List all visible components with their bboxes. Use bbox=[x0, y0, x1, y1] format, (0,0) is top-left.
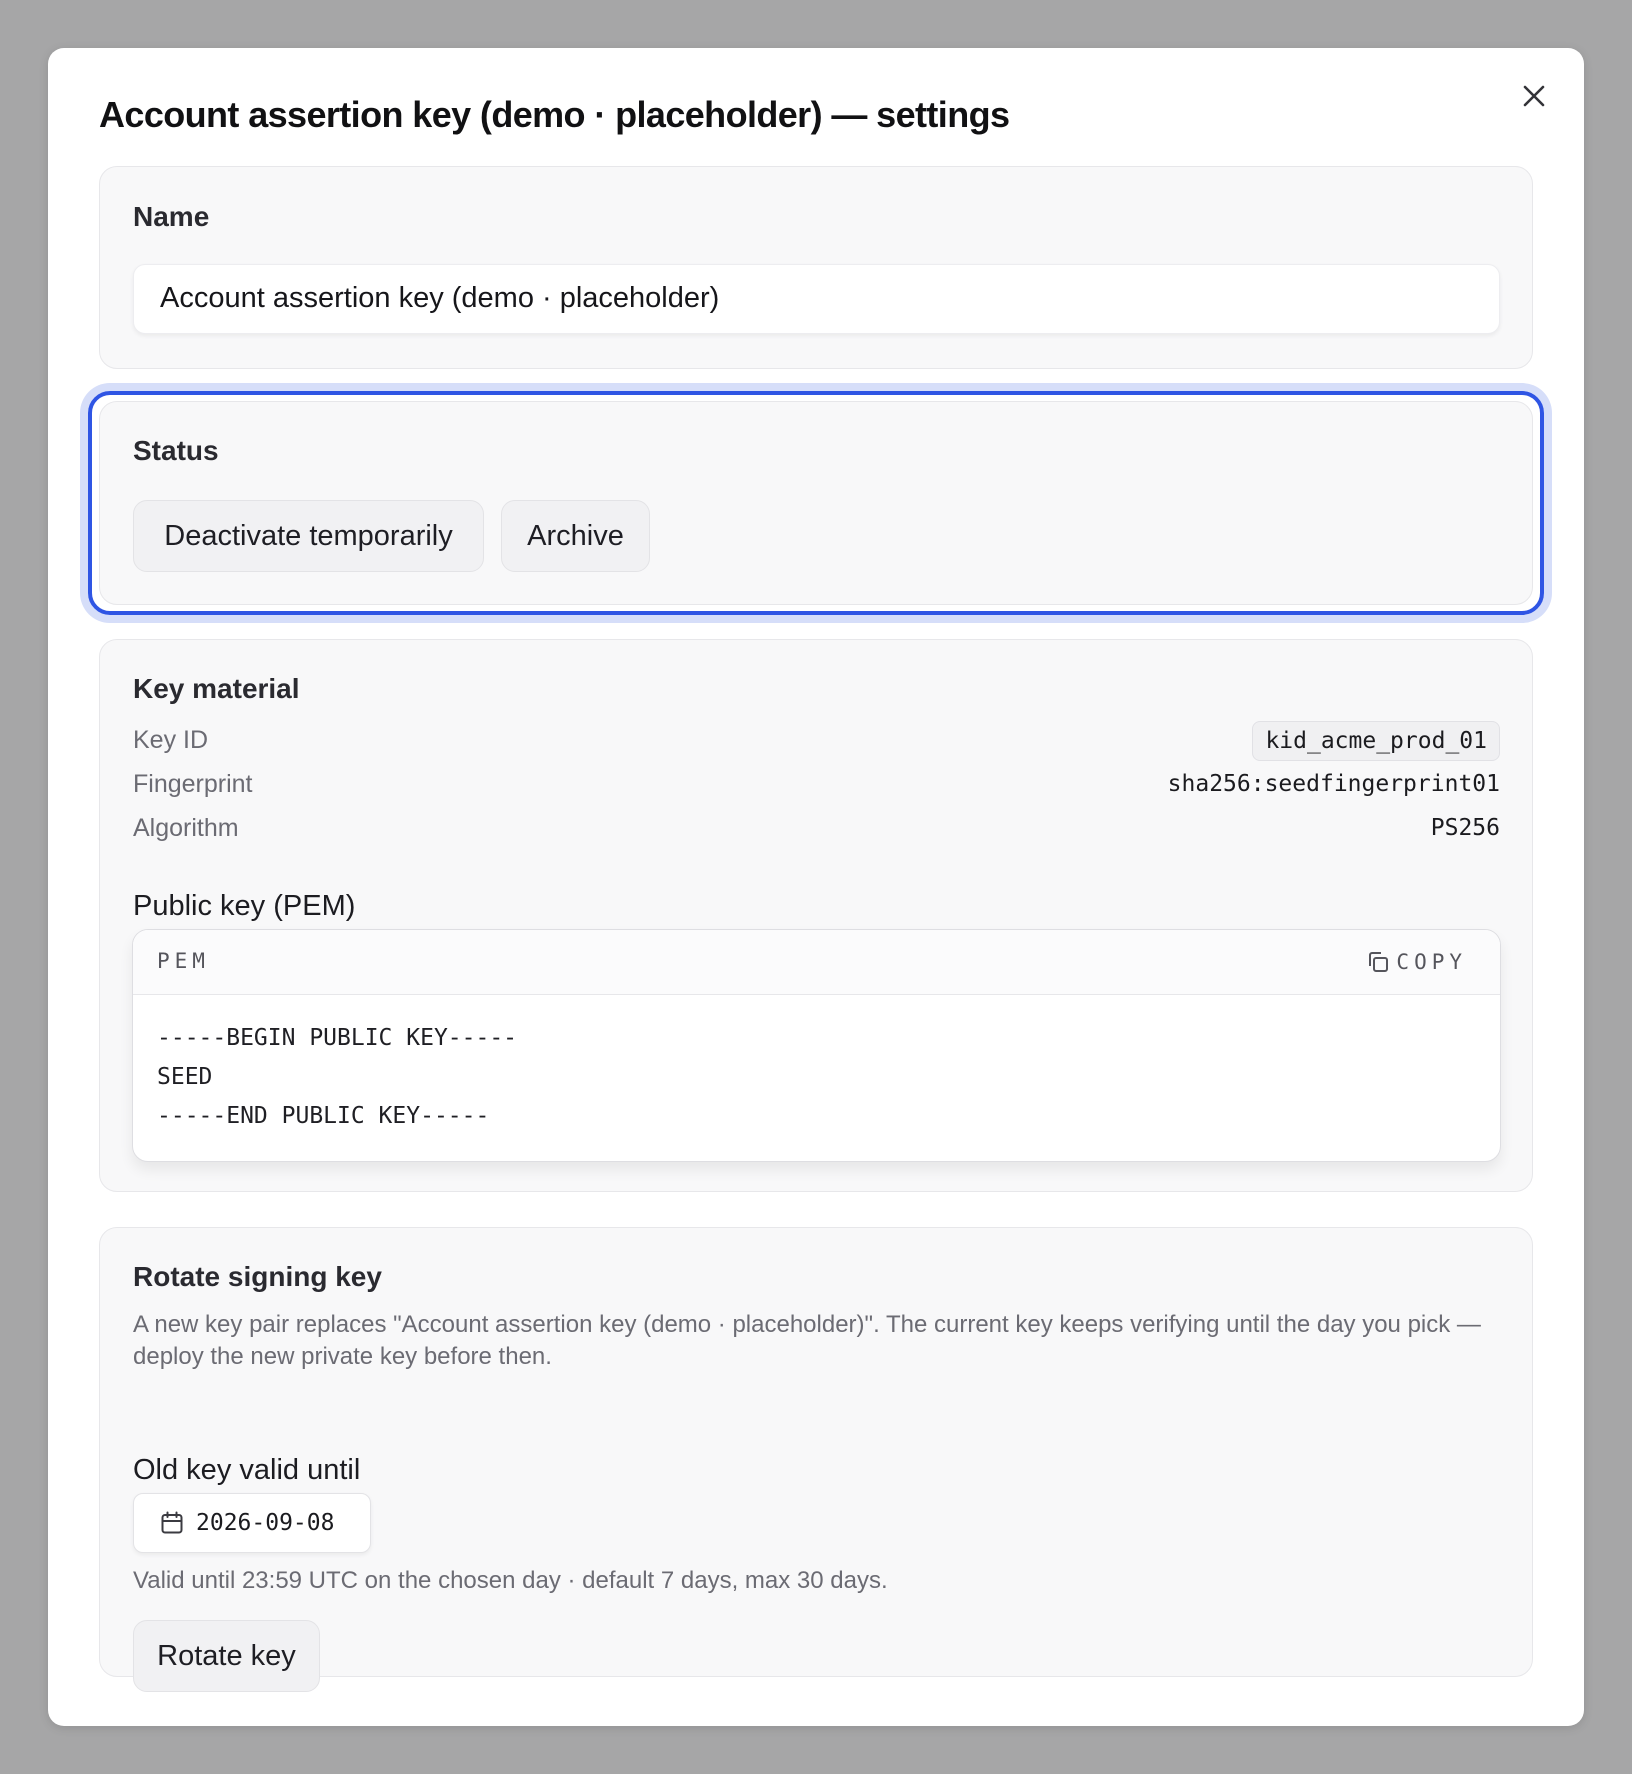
close-icon bbox=[1523, 85, 1545, 107]
pem-tag: PEM bbox=[157, 949, 210, 973]
name-section: Name Account assertion key (demo · place… bbox=[99, 166, 1533, 369]
pem-header: PEM COPY bbox=[133, 930, 1500, 995]
copy-label: COPY bbox=[1396, 950, 1467, 974]
deactivate-button[interactable]: Deactivate temporarily bbox=[133, 500, 484, 572]
close-button[interactable] bbox=[1516, 78, 1552, 114]
pem-content: -----BEGIN PUBLIC KEY----- SEED -----END P… bbox=[157, 1019, 517, 1136]
archive-button[interactable]: Archive bbox=[501, 500, 650, 572]
rotate-description: A new key pair replaces "Account asserti… bbox=[133, 1311, 1481, 1370]
key-material-heading: Key material bbox=[133, 673, 300, 704]
validity-hint: Valid until 23:59 UTC on the chosen day … bbox=[133, 1567, 888, 1594]
algorithm-label: Algorithm bbox=[133, 814, 239, 842]
status-heading: Status bbox=[133, 435, 219, 466]
valid-until-date-input[interactable]: 2026-09-08 bbox=[133, 1493, 371, 1553]
public-key-heading: Public key (PEM) bbox=[133, 890, 356, 922]
valid-until-label: Old key valid until bbox=[133, 1454, 361, 1486]
pem-line: -----END PUBLIC KEY----- bbox=[157, 1103, 490, 1129]
rotate-heading: Rotate signing key bbox=[133, 1261, 382, 1292]
pem-line: -----BEGIN PUBLIC KEY----- bbox=[157, 1025, 518, 1051]
status-section: Status Deactivate temporarily Archive bbox=[99, 401, 1533, 605]
key-id-label: Key ID bbox=[133, 726, 209, 754]
fingerprint-label: Fingerprint bbox=[133, 770, 253, 798]
key-id-value: kid_acme_prod_01 bbox=[1252, 721, 1500, 761]
rotate-section: Rotate signing key A new key pair replac… bbox=[99, 1227, 1533, 1692]
copy-icon bbox=[1369, 952, 1389, 972]
name-heading: Name bbox=[133, 201, 210, 232]
fingerprint-value: sha256:seedfingerprint01 bbox=[1167, 771, 1500, 797]
algorithm-value: PS256 bbox=[1430, 815, 1500, 841]
pem-line: SEED bbox=[157, 1064, 213, 1090]
settings-dialog: Account assertion key (demo · placeholde… bbox=[48, 48, 1584, 1726]
key-material-section: Key material Key ID kid_acme_prod_01 Fin… bbox=[99, 639, 1533, 1192]
date-value: 2026-09-08 bbox=[196, 1510, 335, 1536]
copy-button[interactable]: COPY bbox=[1366, 946, 1467, 978]
name-input[interactable]: Account assertion key (demo · placeholde… bbox=[133, 264, 1500, 334]
pem-code-block: PEM COPY -----BEGIN PUBLIC KEY----- SEED -… bbox=[132, 929, 1501, 1162]
rotate-key-button[interactable]: Rotate key bbox=[133, 1620, 320, 1692]
dialog-title: Account assertion key (demo · placeholde… bbox=[99, 94, 1010, 135]
calendar-icon bbox=[161, 1511, 183, 1534]
